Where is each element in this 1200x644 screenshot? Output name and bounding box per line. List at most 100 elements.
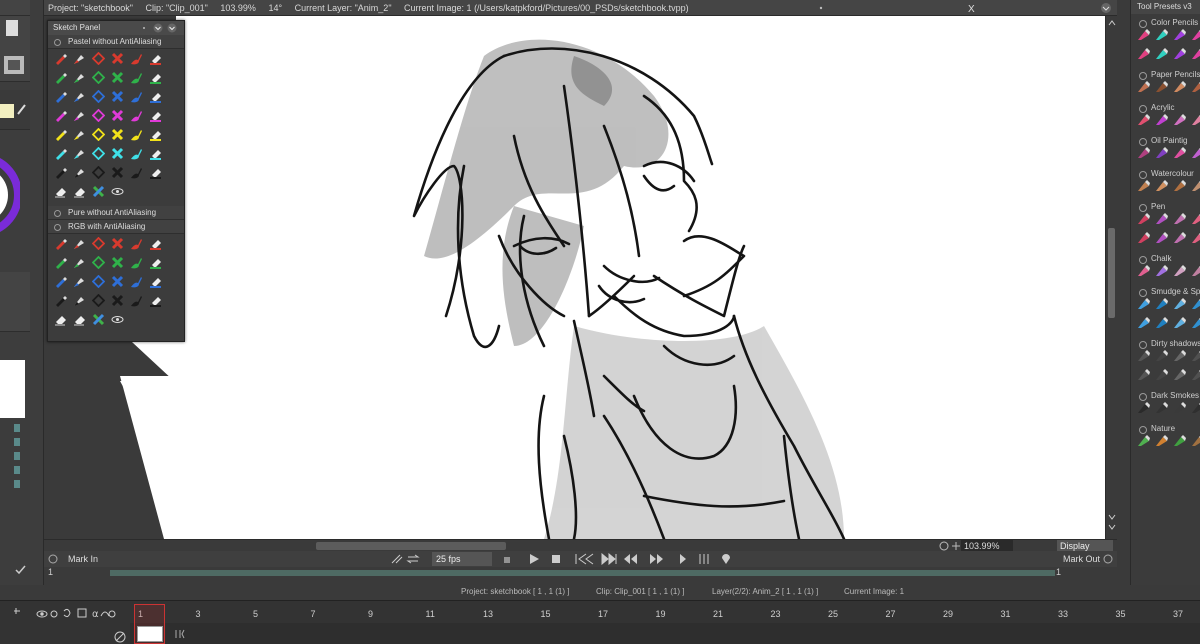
preset-brush-icon[interactable] [1191,368,1200,381]
transport-controls[interactable] [500,553,740,565]
preset-brush-icon[interactable] [1173,297,1186,310]
navigator-preview[interactable] [0,360,25,418]
diamond-tool-icon[interactable] [91,89,106,104]
eye-tool-icon[interactable] [111,313,124,326]
play-icon[interactable] [530,554,539,564]
preset-brush-icon[interactable] [1137,212,1150,225]
diamond-tool-icon[interactable] [91,127,106,142]
cross-tool-icon[interactable] [111,237,124,250]
frame-number[interactable]: 11 [426,609,435,619]
preset-brush-icon[interactable] [1155,28,1168,41]
preset-brush-icon[interactable] [1137,113,1150,126]
preset-brush-icon[interactable] [1173,264,1186,277]
preset-brush-icon[interactable] [1173,316,1186,329]
preset-brush-icon[interactable] [1173,28,1186,41]
preset-brush-icon[interactable] [1155,212,1168,225]
cross-tool-icon[interactable] [111,166,124,179]
preset-brush-icon[interactable] [1137,146,1150,159]
pencil-tool-icon[interactable] [54,109,67,122]
cross-tool-icon[interactable] [111,71,124,84]
scroll-down-icon[interactable] [1107,511,1117,535]
eraser-tool-icon[interactable] [73,313,86,326]
preset-brush-icon[interactable] [1173,231,1186,244]
frame-number[interactable]: 25 [828,609,838,619]
diamond-tool-icon[interactable] [91,255,106,270]
eyedropper-icon[interactable] [16,102,28,116]
brush-tool-icon[interactable] [130,237,143,250]
preset-brush-icon[interactable] [1137,349,1150,362]
preset-brush-icon[interactable] [1137,28,1150,41]
mark-out-label[interactable]: Mark Out [1063,551,1100,567]
mark-in-label[interactable]: Mark In [68,551,98,567]
marker-tool-icon[interactable] [149,256,162,269]
preset-brush-icon[interactable] [1191,316,1200,329]
brush-tool-icon[interactable] [130,52,143,65]
preset-brush-icon[interactable] [1191,28,1200,41]
preset-group-header[interactable]: Nature [1131,420,1200,434]
timeline-image-cell[interactable] [137,626,163,642]
vertical-scroll-thumb[interactable] [1108,228,1115,318]
eye-tool-icon[interactable] [111,185,124,198]
timeline-track[interactable] [130,623,1200,644]
brush-tool-icon[interactable] [130,147,143,160]
preset-group-header[interactable]: Acrylic [1131,99,1200,113]
frame-number[interactable]: 33 [1058,609,1068,619]
layer-visibility-toggle[interactable] [0,560,30,580]
mark-in-radio-icon[interactable] [48,554,58,564]
section-pastel[interactable]: Pastel without AntiAliasing [48,35,184,49]
preset-brush-icon[interactable] [1155,146,1168,159]
vertical-scrollbar[interactable] [1105,16,1117,539]
cross-tool-icon[interactable] [111,275,124,288]
frame-number[interactable]: 9 [368,609,373,619]
preset-brush-icon[interactable] [1191,113,1200,126]
frame-number[interactable]: 17 [598,609,608,619]
frame-number[interactable]: 5 [253,609,258,619]
preset-brush-icon[interactable] [1173,179,1186,192]
frame-number[interactable]: 31 [1001,609,1011,619]
preset-brush-icon[interactable] [1155,47,1168,60]
frame-number[interactable]: 7 [311,609,316,619]
preset-brush-icon[interactable] [1173,80,1186,93]
pen-tool-icon[interactable] [73,71,86,84]
mark-range-bar[interactable] [110,570,1055,576]
diamond-tool-icon[interactable] [91,146,106,161]
preset-brush-icon[interactable] [1155,368,1168,381]
preset-brush-icon[interactable] [1155,113,1168,126]
fps-select[interactable]: 25 fps [432,552,492,566]
pen-tool-icon[interactable] [73,109,86,122]
preset-brush-icon[interactable] [1155,316,1168,329]
frame-number[interactable]: 35 [1116,609,1126,619]
pen-tool-icon[interactable] [73,166,86,179]
marker-tool-icon[interactable] [149,147,162,160]
preset-brush-icon[interactable] [1155,434,1168,447]
pencil-tool-icon[interactable] [54,147,67,160]
frame-ruler[interactable]: 1 3 5 7 9 11 13 15 17 19 21 23 25 27 29 31 33 35 37 [130,607,1200,621]
marker-tool-icon[interactable] [149,90,162,103]
preset-brush-icon[interactable] [1191,212,1200,225]
layer-list-mini[interactable] [0,420,30,500]
pencil-tool-icon[interactable] [54,52,67,65]
brush-tool-icon[interactable] [130,275,143,288]
marker-tool-icon[interactable] [149,237,162,250]
preset-brush-icon[interactable] [1137,231,1150,244]
mark-in-value[interactable]: 1 [48,567,53,577]
brush-tool-icon[interactable] [130,128,143,141]
preset-brush-icon[interactable] [1173,349,1186,362]
pen-tool-icon[interactable] [73,237,86,250]
brush-tool-icon[interactable] [130,256,143,269]
preset-group-header[interactable]: Watercolour [1131,165,1200,179]
frame-number[interactable]: 37 [1173,609,1183,619]
panel-menu-icon[interactable] [153,23,163,33]
preset-brush-icon[interactable] [1155,264,1168,277]
pencil-tool-icon[interactable] [54,294,67,307]
cross-tool-icon[interactable] [111,294,124,307]
frame-number[interactable]: 19 [656,609,666,619]
cross-tool-icon[interactable] [111,128,124,141]
minimize-icon[interactable] [1101,3,1111,13]
brush-tool-icon[interactable] [130,71,143,84]
eraser-tool-icon[interactable] [73,185,86,198]
marker-tool-icon[interactable] [149,128,162,141]
preset-group-header[interactable]: Paper Pencils [1131,66,1200,80]
preset-brush-icon[interactable] [1155,401,1168,414]
preset-brush-icon[interactable] [1137,264,1150,277]
